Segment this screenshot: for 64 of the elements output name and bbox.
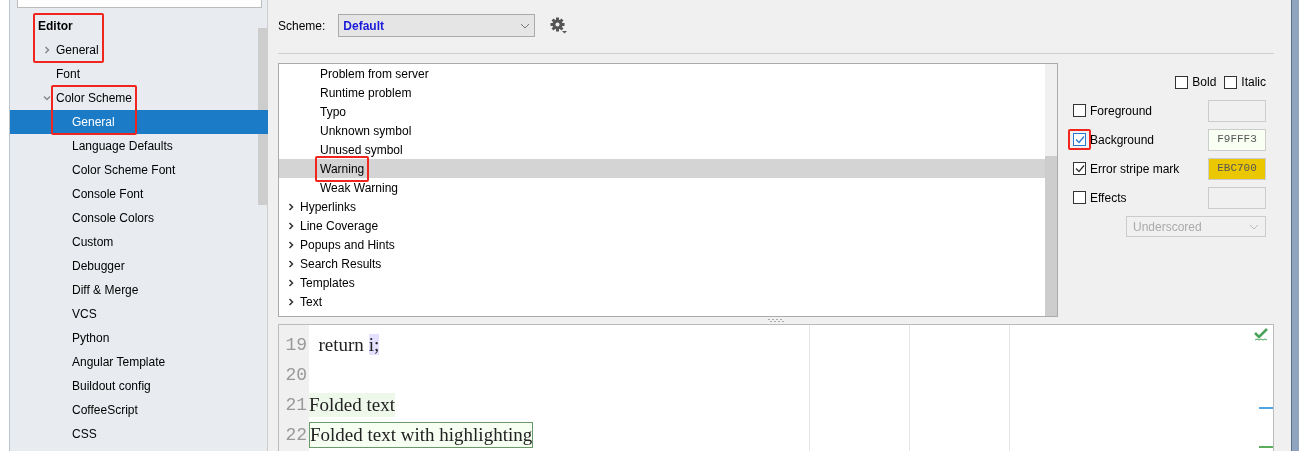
tree-item[interactable]: Typo [279,102,1045,121]
scheme-dropdown[interactable]: Default [338,14,536,37]
check-icon [1254,328,1268,341]
checkbox[interactable] [1073,191,1086,204]
checkbox[interactable] [1073,162,1086,175]
line-number: 21 [284,393,308,417]
scrollbar-thumb[interactable] [258,28,267,205]
sidebar-item[interactable]: Custom [10,230,258,254]
tree-item[interactable]: Unknown symbol [279,121,1045,140]
tree-item[interactable]: Problem from server [279,64,1045,83]
sidebar-item[interactable]: VCS [10,302,258,326]
sidebar-item[interactable]: CoffeeScript [10,398,258,422]
tree-item[interactable]: Templates [279,273,1045,292]
sidebar-item[interactable]: Diff & Merge [10,278,258,302]
sidebar-item[interactable]: Font [10,62,258,86]
sidebar-item[interactable]: General [10,110,268,134]
tree-item[interactable]: Weak Warning [279,178,1045,197]
checkbox[interactable] [1073,104,1086,117]
tree-item[interactable]: Hyperlinks [279,197,1045,216]
checkbox-label: Background [1090,131,1155,149]
sidebar-item[interactable]: Debugger [10,254,258,278]
color-swatch[interactable] [1208,186,1266,209]
chevron-down-icon [1249,223,1259,230]
sidebar-item[interactable]: Angular Template [10,350,258,374]
error-stripe-mark [1259,446,1273,448]
sidebar-item[interactable]: Color Scheme Font [10,158,258,182]
color-swatch[interactable]: EBC700 [1208,157,1266,180]
checkbox[interactable] [1073,133,1086,146]
sidebar-item[interactable]: Console Font [10,182,258,206]
line-number: 19 [284,333,308,357]
tree-item[interactable]: Line Coverage [279,216,1045,235]
tree-item[interactable]: Unused symbol [279,140,1045,159]
section-header: Editor [37,18,74,35]
checkbox-label: Error stripe mark [1090,160,1180,178]
line-number: 22 [284,423,308,447]
sidebar-item[interactable]: General [10,38,258,62]
sidebar-item[interactable]: Language Defaults [10,134,258,158]
tree-item[interactable]: Warning [279,159,1045,178]
sidebar-item[interactable]: Buildout config [10,374,258,398]
checkbox[interactable] [1224,75,1238,89]
effect-dropdown: Underscored [1126,216,1266,237]
splitter-handle[interactable] [768,318,784,323]
tree-item[interactable]: Text [279,292,1045,311]
scrollbar-thumb[interactable] [1045,156,1057,316]
scheme-label: Scheme: [278,17,326,35]
error-stripe-mark [1259,407,1273,409]
checkbox[interactable] [1175,75,1189,89]
color-swatch[interactable]: F9FFF3 [1208,128,1266,151]
code-line: return i; [317,333,380,357]
gear-icon[interactable] [550,17,568,34]
sidebar-item[interactable]: Color Scheme [10,86,258,110]
line-number: 20 [284,363,308,387]
sidebar-item[interactable]: CSS [10,422,258,446]
checkbox-label: Italic [1241,74,1266,91]
tree-item[interactable]: Search Results [279,254,1045,273]
tree-item[interactable]: Popups and Hints [279,235,1045,254]
sidebar-item[interactable]: Python [10,326,258,350]
chevron-down-icon [520,22,531,29]
checkbox-label: Foreground [1090,102,1153,120]
checkbox-label: Bold [1192,74,1217,91]
tree-item[interactable]: Runtime problem [279,83,1045,102]
checkbox-label: Effects [1090,189,1127,207]
sidebar-item[interactable]: Console Colors [10,206,258,230]
color-swatch[interactable] [1208,99,1266,122]
